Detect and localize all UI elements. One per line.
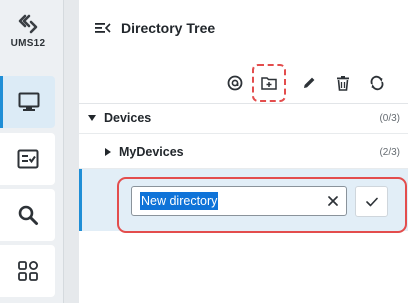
panel-header: Directory Tree	[95, 20, 215, 36]
checklist-icon	[17, 149, 38, 169]
folder-plus-icon	[261, 77, 277, 90]
sidebar-item-profiles[interactable]	[0, 133, 55, 185]
edit-button[interactable]	[298, 72, 320, 94]
tree-node-count: (2/3)	[379, 146, 400, 158]
pencil-icon	[304, 77, 315, 88]
tree-node-label: Devices	[104, 111, 152, 125]
monitor-icon	[18, 92, 40, 111]
confirm-button[interactable]	[355, 186, 388, 217]
expand-caret-icon[interactable]	[88, 115, 96, 121]
tree-node-count: (0/3)	[379, 112, 400, 124]
grid-icon	[17, 261, 38, 281]
logo-icon	[18, 14, 38, 34]
tree-node-devices[interactable]: Devices (0/3)	[79, 103, 408, 133]
sidebar-item-devices[interactable]	[0, 76, 55, 128]
sidebar-item-apps[interactable]	[0, 245, 55, 297]
selected-input-text[interactable]: New directory	[140, 192, 219, 210]
at-button[interactable]	[224, 72, 246, 94]
search-icon	[18, 205, 38, 225]
trash-icon	[337, 76, 349, 91]
at-icon	[227, 75, 243, 91]
app-logo[interactable]: UMS12	[6, 12, 50, 49]
page-title: Directory Tree	[121, 20, 216, 36]
expand-caret-icon[interactable]	[105, 148, 111, 156]
tree-toolbar	[212, 64, 388, 102]
sidebar: UMS12	[0, 0, 64, 303]
directory-tree-panel: Directory Tree Devices (0/3) MyDevices (…	[79, 0, 408, 303]
new-directory-button[interactable]	[252, 64, 286, 102]
delete-button[interactable]	[332, 72, 354, 94]
clear-input-button[interactable]	[326, 194, 340, 208]
tree-node-label: MyDevices	[119, 145, 184, 159]
directory-name-input[interactable]: New directory	[131, 186, 347, 216]
checkmark-icon	[365, 197, 378, 206]
refresh-icon	[370, 75, 384, 91]
row-divider	[79, 133, 408, 134]
refresh-button[interactable]	[366, 72, 388, 94]
tree-node-mydevices[interactable]: MyDevices (2/3)	[79, 137, 408, 167]
close-icon	[328, 196, 338, 206]
sidebar-item-search[interactable]	[0, 189, 55, 241]
collapse-panel-icon[interactable]	[95, 21, 111, 35]
logo-text: UMS12	[10, 38, 46, 49]
